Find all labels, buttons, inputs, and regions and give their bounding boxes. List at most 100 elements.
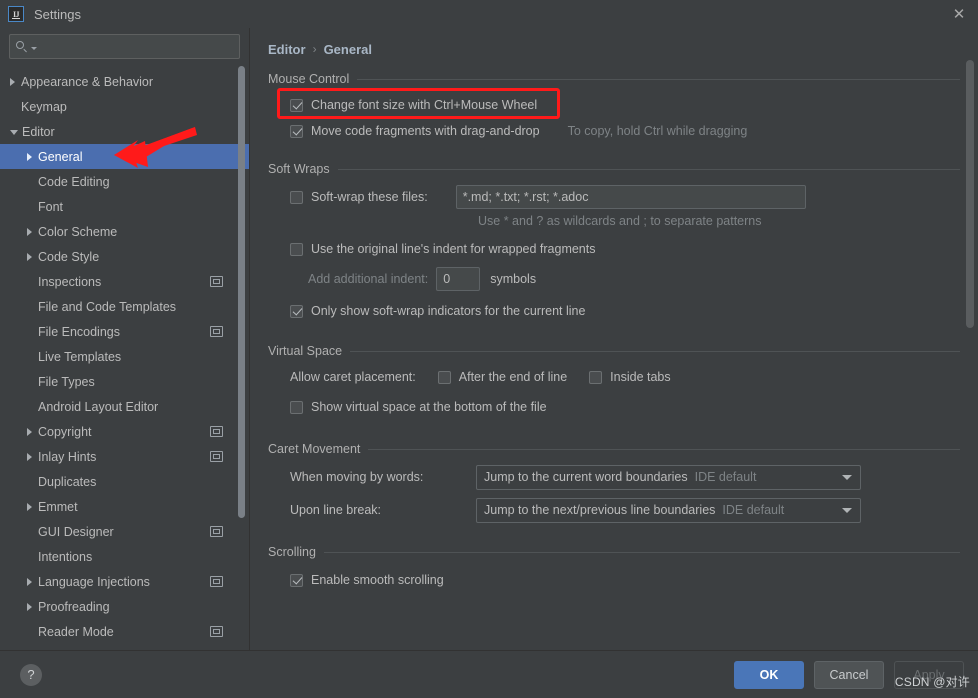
intellij-logo-icon: IJ	[8, 6, 24, 22]
checkbox-inside-tabs[interactable]	[589, 370, 603, 384]
sidebar-item-label: Live Templates	[38, 349, 122, 364]
close-icon[interactable]: ✕	[948, 3, 970, 25]
select-when-moving-by-words[interactable]: Jump to the current word boundaries IDE …	[476, 464, 861, 490]
section-virtual-space: Virtual Space Allow caret placement: Aft…	[268, 344, 960, 420]
sidebar-item-label: Duplicates	[38, 474, 97, 489]
sidebar-item-emmet[interactable]: Emmet	[0, 494, 249, 519]
checkbox-show-virtual-space[interactable]	[290, 400, 303, 414]
main-scrollbar[interactable]	[966, 60, 974, 328]
sidebar-item-file-encodings[interactable]: File Encodings	[0, 319, 249, 344]
sidebar-item-gui-designer[interactable]: GUI Designer	[0, 519, 249, 544]
breadcrumb: Editor › General	[268, 28, 960, 62]
label-change-font-size: Change font size with Ctrl+Mouse Wheel	[311, 98, 538, 112]
sidebar-item-label: File Types	[38, 374, 95, 389]
chevron-right-icon[interactable]	[27, 502, 32, 511]
breadcrumb-root[interactable]: Editor	[268, 42, 306, 57]
sidebar-item-code-style[interactable]: Code Style	[0, 244, 249, 269]
sidebar-item-font[interactable]: Font	[0, 194, 249, 219]
label-use-original-indent: Use the original line's indent for wrapp…	[311, 242, 596, 256]
section-title: Soft Wraps	[268, 162, 330, 176]
sidebar-item-live-templates[interactable]: Live Templates	[0, 344, 249, 369]
sidebar-item-appearance-behavior[interactable]: Appearance & Behavior	[0, 69, 249, 94]
label-additional-indent: Add additional indent:	[308, 272, 429, 286]
checkbox-move-code-fragments[interactable]	[290, 124, 303, 138]
sidebar-item-label: Editor	[22, 124, 55, 139]
sidebar-item-label: Appearance & Behavior	[21, 74, 154, 89]
settings-sidebar: Appearance & Behavior Keymap Editor General…	[0, 28, 250, 650]
checkbox-soft-wrap-files[interactable]	[290, 190, 303, 204]
sidebar-item-color-scheme[interactable]: Color Scheme	[0, 219, 249, 244]
checkbox-only-show-indicators[interactable]	[290, 304, 303, 318]
sidebar-item-intentions[interactable]: Intentions	[0, 544, 249, 569]
sidebar-item-label: Color Scheme	[38, 224, 118, 239]
search-input[interactable]	[40, 38, 233, 55]
row-show-virtual-space[interactable]: Show virtual space at the bottom of the …	[268, 394, 960, 420]
sidebar-item-code-editing[interactable]: Code Editing	[0, 169, 249, 194]
sidebar-item-label: Emmet	[38, 499, 78, 514]
section-title: Scrolling	[268, 545, 316, 559]
chevron-down-icon[interactable]	[842, 507, 852, 513]
title-bar: IJ Settings ✕	[0, 0, 978, 28]
project-scope-icon	[210, 426, 223, 437]
checkbox-after-end-of-line[interactable]	[437, 370, 451, 384]
row-additional-indent[interactable]: Add additional indent: symbols	[268, 266, 960, 292]
label-symbols: symbols	[490, 272, 537, 286]
row-only-show-indicators[interactable]: Only show soft-wrap indicators for the c…	[268, 298, 960, 324]
help-button[interactable]: ?	[20, 663, 42, 686]
sidebar-scrollbar[interactable]	[238, 66, 245, 518]
chevron-right-icon[interactable]	[27, 152, 32, 161]
ok-button[interactable]: OK	[734, 660, 804, 689]
project-scope-icon	[210, 626, 223, 637]
sidebar-item-editor[interactable]: Editor	[0, 119, 249, 144]
chevron-down-icon[interactable]	[31, 47, 37, 50]
additional-indent-input[interactable]	[436, 267, 481, 291]
chevron-right-icon[interactable]	[27, 252, 32, 261]
row-enable-smooth-scrolling[interactable]: Enable smooth scrolling	[268, 567, 960, 593]
chevron-down-icon[interactable]	[842, 474, 852, 480]
sidebar-item-label: Inspections	[38, 274, 102, 289]
sidebar-item-keymap[interactable]: Keymap	[0, 94, 249, 119]
sidebar-item-file-types[interactable]: File Types	[0, 369, 249, 394]
row-change-font-size[interactable]: Change font size with Ctrl+Mouse Wheel	[268, 92, 960, 118]
sidebar-item-copyright[interactable]: Copyright	[0, 419, 249, 444]
project-scope-icon	[210, 576, 223, 587]
chevron-right-icon[interactable]	[27, 602, 32, 611]
checkbox-change-font-size[interactable]	[290, 98, 303, 112]
chevron-right-icon[interactable]	[27, 452, 32, 461]
checkbox-use-original-indent[interactable]	[290, 242, 303, 256]
label-after-end-of-line: After the end of line	[458, 370, 568, 384]
checkbox-enable-smooth-scrolling[interactable]	[290, 573, 303, 587]
dialog-footer: ? OK Cancel Apply CSDN @对许	[0, 650, 978, 698]
row-move-code-fragments[interactable]: Move code fragments with drag-and-drop T…	[268, 118, 960, 144]
sidebar-item-label: General	[38, 149, 83, 164]
sidebar-item-file-and-code-templates[interactable]: File and Code Templates	[0, 294, 249, 319]
sidebar-item-duplicates[interactable]: Duplicates	[0, 469, 249, 494]
select-sub-value: IDE default	[694, 470, 757, 484]
chevron-down-icon[interactable]	[10, 130, 18, 135]
chevron-right-icon[interactable]	[27, 227, 32, 236]
sidebar-item-reader-mode[interactable]: Reader Mode	[0, 619, 249, 644]
sidebar-item-inlay-hints[interactable]: Inlay Hints	[0, 444, 249, 469]
dialog-body: Appearance & Behavior Keymap Editor General…	[0, 28, 978, 650]
label-show-virtual-space: Show virtual space at the bottom of the …	[311, 400, 547, 414]
sidebar-item-language-injections[interactable]: Language Injections	[0, 569, 249, 594]
sidebar-item-general[interactable]: General	[0, 144, 249, 169]
sidebar-item-android-layout-editor[interactable]: Android Layout Editor	[0, 394, 249, 419]
soft-wrap-files-input[interactable]	[455, 185, 806, 209]
chevron-right-icon[interactable]	[27, 427, 32, 436]
sidebar-item-label: GUI Designer	[38, 524, 114, 539]
section-soft-wraps: Soft Wraps Soft-wrap these files: Use * …	[268, 162, 960, 324]
select-upon-line-break[interactable]: Jump to the next/previous line boundarie…	[476, 497, 861, 523]
search-box[interactable]	[9, 34, 240, 59]
chevron-right-icon[interactable]	[27, 577, 32, 586]
sidebar-item-proofreading[interactable]: Proofreading	[0, 594, 249, 619]
sidebar-item-label: File Encodings	[38, 324, 120, 339]
select-value: Jump to the current word boundaries	[484, 470, 688, 484]
settings-tree[interactable]: Appearance & Behavior Keymap Editor General…	[0, 66, 249, 650]
project-scope-icon	[210, 526, 223, 537]
row-use-original-indent[interactable]: Use the original line's indent for wrapp…	[268, 236, 960, 262]
row-soft-wrap-files[interactable]: Soft-wrap these files:	[268, 184, 960, 210]
sidebar-item-inspections[interactable]: Inspections	[0, 269, 249, 294]
chevron-right-icon[interactable]	[10, 77, 15, 86]
cancel-button[interactable]: Cancel	[814, 660, 884, 689]
